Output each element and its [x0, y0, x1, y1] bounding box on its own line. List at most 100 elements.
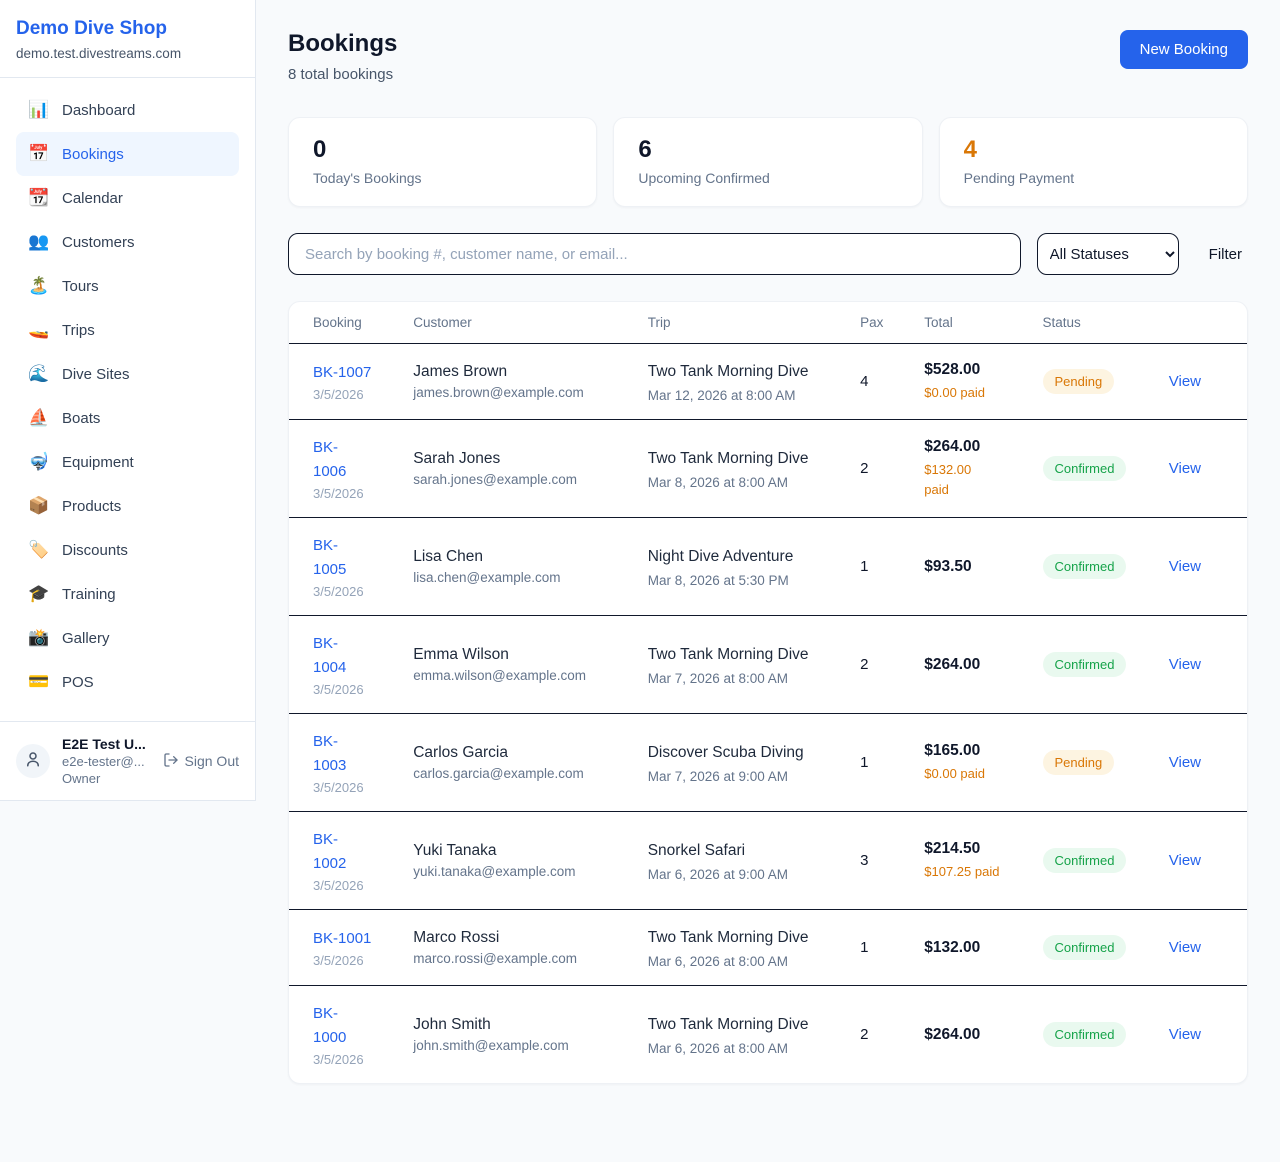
tours-icon: 🏝️	[28, 276, 48, 296]
sidebar-item-label: Customers	[62, 234, 135, 251]
total-paid: $0.00 paid	[924, 764, 1018, 784]
bookings-icon: 📅	[28, 144, 48, 164]
booking-id-link[interactable]: BK- 1005	[313, 534, 389, 582]
total-paid: $107.25 paid	[924, 862, 1018, 882]
products-icon: 📦	[28, 496, 48, 516]
page-header: Bookings 8 total bookings New Booking	[288, 30, 1248, 83]
search-input[interactable]	[288, 233, 1021, 275]
sidebar-item-equipment[interactable]: 🤿 Equipment	[16, 440, 239, 484]
table-row: BK- 1002 3/5/2026 Yuki Tanaka yuki.tanak…	[289, 812, 1247, 910]
sidebar-item-bookings[interactable]: 📅 Bookings	[16, 132, 239, 176]
column-header-total: Total	[912, 302, 1030, 344]
shop-name: Demo Dive Shop	[16, 18, 239, 40]
sidebar-item-pos[interactable]: 💳 POS	[16, 660, 239, 704]
table-row: BK-1001 3/5/2026 Marco Rossi marco.rossi…	[289, 910, 1247, 986]
customer-email: james.brown@example.com	[413, 385, 623, 400]
discounts-icon: 🏷️	[28, 540, 48, 560]
sidebar-item-trips[interactable]: 🚤 Trips	[16, 308, 239, 352]
status-badge: Confirmed	[1043, 935, 1127, 960]
booking-date: 3/5/2026	[313, 878, 389, 893]
sidebar-item-label: Training	[62, 586, 116, 603]
sidebar-item-tours[interactable]: 🏝️ Tours	[16, 264, 239, 308]
trip-time: Mar 8, 2026 at 5:30 PM	[648, 573, 836, 588]
booking-id-link[interactable]: BK- 1004	[313, 632, 389, 680]
sidebar-header: Demo Dive Shop demo.test.divestreams.com	[0, 0, 255, 78]
sidebar-item-products[interactable]: 📦 Products	[16, 484, 239, 528]
total-amount: $165.00	[924, 742, 1018, 760]
pax-value: 4	[860, 373, 900, 390]
column-header-status: Status	[1031, 302, 1157, 344]
view-link[interactable]: View	[1169, 754, 1201, 771]
column-header-view	[1157, 302, 1247, 344]
status-badge: Confirmed	[1043, 652, 1127, 677]
sidebar-item-boats[interactable]: ⛵ Boats	[16, 396, 239, 440]
equipment-icon: 🤿	[28, 452, 48, 472]
filter-button[interactable]: Filter	[1209, 246, 1242, 263]
calendar-icon: 📆	[28, 188, 48, 208]
new-booking-button[interactable]: New Booking	[1120, 30, 1248, 69]
trip-time: Mar 6, 2026 at 9:00 AM	[648, 867, 836, 882]
sidebar-nav: 📊 Dashboard 📅 Bookings 📆 Calendar 👥 Cust…	[0, 78, 255, 721]
sidebar-item-label: Calendar	[62, 190, 123, 207]
customer-name: Yuki Tanaka	[413, 842, 623, 860]
booking-date: 3/5/2026	[313, 953, 389, 968]
stat-value: 4	[964, 136, 1223, 164]
sidebar-item-gallery[interactable]: 📸 Gallery	[16, 616, 239, 660]
pos-icon: 💳	[28, 672, 48, 692]
sign-out-button[interactable]: Sign Out	[163, 752, 239, 771]
pax-value: 1	[860, 754, 900, 771]
sidebar-item-label: Tours	[62, 278, 99, 295]
booking-id-link[interactable]: BK-1007	[313, 361, 389, 385]
customer-email: carlos.garcia@example.com	[413, 766, 623, 781]
booking-date: 3/5/2026	[313, 387, 389, 402]
booking-id-link[interactable]: BK- 1006	[313, 436, 389, 484]
view-link[interactable]: View	[1169, 1026, 1201, 1043]
total-amount: $264.00	[924, 656, 1018, 674]
booking-date: 3/5/2026	[313, 486, 389, 501]
total-paid: $132.00 paid	[924, 460, 1018, 499]
sidebar-item-label: Equipment	[62, 454, 134, 471]
booking-id-link[interactable]: BK- 1002	[313, 828, 389, 876]
customer-name: Sarah Jones	[413, 450, 623, 468]
table-row: BK- 1000 3/5/2026 John Smith john.smith@…	[289, 986, 1247, 1084]
customer-email: lisa.chen@example.com	[413, 570, 623, 585]
booking-date: 3/5/2026	[313, 1052, 389, 1067]
column-header-customer: Customer	[401, 302, 635, 344]
sidebar-item-training[interactable]: 🎓 Training	[16, 572, 239, 616]
user-section: E2E Test U... e2e-tester@... Owner Sign …	[0, 721, 255, 800]
view-link[interactable]: View	[1169, 558, 1201, 575]
booking-id-link[interactable]: BK-1001	[313, 927, 389, 951]
total-paid: $0.00 paid	[924, 383, 1018, 403]
sidebar-item-customers[interactable]: 👥 Customers	[16, 220, 239, 264]
status-select[interactable]: All Statuses	[1037, 233, 1179, 275]
booking-date: 3/5/2026	[313, 780, 389, 795]
stat-label: Pending Payment	[964, 170, 1223, 186]
customer-email: marco.rossi@example.com	[413, 951, 623, 966]
trip-name: Two Tank Morning Dive	[648, 1013, 826, 1037]
view-link[interactable]: View	[1169, 939, 1201, 956]
pax-value: 1	[860, 558, 900, 575]
sidebar-item-calendar[interactable]: 📆 Calendar	[16, 176, 239, 220]
view-link[interactable]: View	[1169, 656, 1201, 673]
view-link[interactable]: View	[1169, 373, 1201, 390]
sidebar-item-dashboard[interactable]: 📊 Dashboard	[16, 88, 239, 132]
shop-domain: demo.test.divestreams.com	[16, 46, 239, 61]
sidebar-item-dive-sites[interactable]: 🌊 Dive Sites	[16, 352, 239, 396]
status-badge: Confirmed	[1043, 848, 1127, 873]
pax-value: 2	[860, 460, 900, 477]
sidebar-item-label: Dive Sites	[62, 366, 130, 383]
filter-row: All Statuses Filter	[288, 233, 1248, 275]
view-link[interactable]: View	[1169, 852, 1201, 869]
view-link[interactable]: View	[1169, 460, 1201, 477]
booking-id-link[interactable]: BK- 1000	[313, 1002, 389, 1050]
sidebar-item-discounts[interactable]: 🏷️ Discounts	[16, 528, 239, 572]
customer-email: sarah.jones@example.com	[413, 472, 623, 487]
booking-id-link[interactable]: BK- 1003	[313, 730, 389, 778]
sidebar-item-label: POS	[62, 674, 94, 691]
stat-label: Today's Bookings	[313, 170, 572, 186]
trip-name: Two Tank Morning Dive	[648, 926, 826, 950]
trip-name: Discover Scuba Diving	[648, 741, 826, 765]
table-row: BK- 1005 3/5/2026 Lisa Chen lisa.chen@ex…	[289, 518, 1247, 616]
table-row: BK- 1006 3/5/2026 Sarah Jones sarah.jone…	[289, 420, 1247, 518]
total-amount: $264.00	[924, 1026, 1018, 1044]
